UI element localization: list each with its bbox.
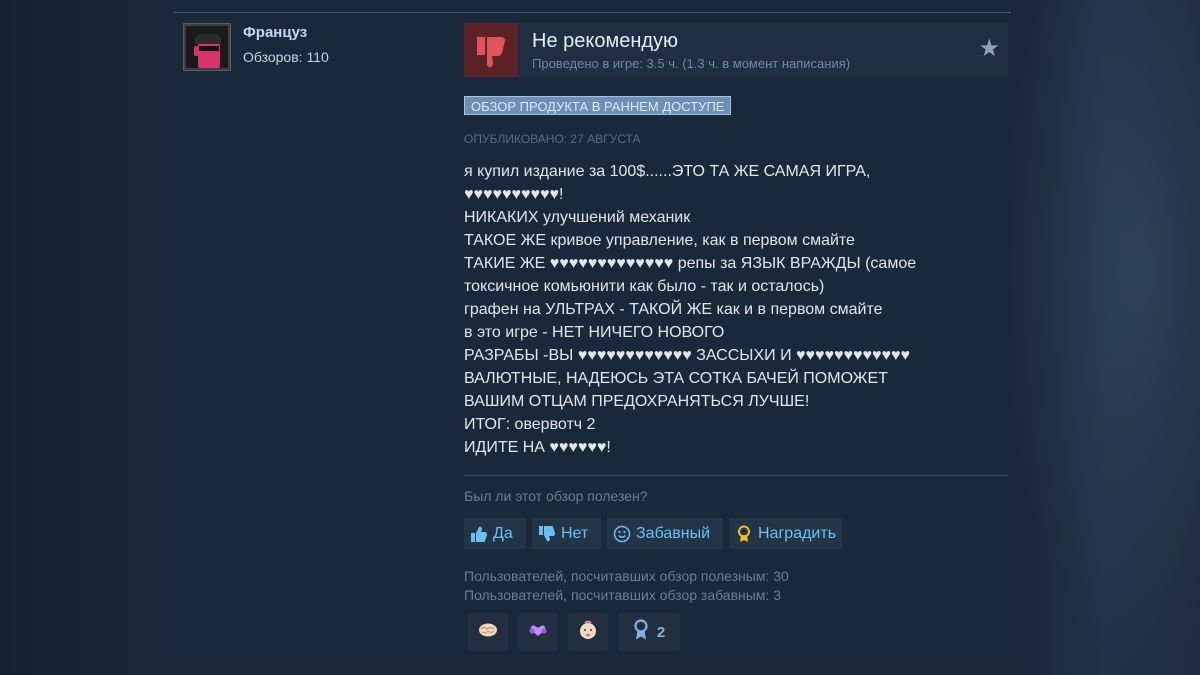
- award-heart-hands[interactable]: [518, 613, 558, 651]
- award-baby-face[interactable]: [568, 613, 608, 651]
- vote-header[interactable]: Не рекомендую Проведено в игре: 3.5 ч. (…: [464, 23, 1008, 77]
- award-brain[interactable]: [468, 613, 508, 651]
- avatar[interactable]: [183, 23, 231, 71]
- review-line: ИДИТЕ НА ♥♥♥♥♥♥!: [464, 439, 611, 456]
- review-verdict: Не рекомендую: [532, 30, 679, 52]
- award-medal-icon: [735, 525, 753, 543]
- funny-count: Пользователей, посчитавших обзор забавны…: [464, 587, 782, 603]
- review-line: ВАЛЮТНЫЕ, НАДЕЮСЬ ЭТА СОТКА БАЧЕЙ ПОМОЖЕ…: [464, 370, 888, 387]
- helpful-count: Пользователей, посчитавших обзор полезны…: [464, 568, 789, 584]
- review-line: в это игре - НЕТ НИЧЕГО НОВОГО: [464, 324, 725, 341]
- background-glow: [1000, 0, 1200, 675]
- thumbs-up-icon: [470, 525, 488, 543]
- heart-hands-icon: [527, 621, 549, 643]
- review-line: ТАКИЕ ЖЕ ♥♥♥♥♥♥♥♥♥♥♥♥♥ репы за ЯЗЫК ВРАЖ…: [464, 255, 917, 272]
- thumbs-down-icon: [464, 23, 518, 77]
- playtime-hours: Проведено в игре: 3.5 ч. (1.3 ч. в момен…: [532, 56, 851, 71]
- review-body: я купил издание за 100$......ЭТО ТА ЖЕ С…: [464, 160, 1004, 459]
- baby-face-icon: [577, 619, 599, 645]
- vote-yes-label: Да: [493, 525, 513, 542]
- review-line: я купил издание за 100$......ЭТО ТА ЖЕ С…: [464, 163, 871, 180]
- author-name[interactable]: Француз: [243, 24, 307, 41]
- review-line: ИТОГ: овервотч 2: [464, 416, 596, 433]
- review-line: графен на УЛЬТРАХ - ТАКОЙ ЖЕ как и в пер…: [464, 301, 883, 318]
- posted-date: ОПУБЛИКОВАНО: 27 АВГУСТА: [464, 132, 641, 146]
- divider: [464, 475, 1008, 476]
- review-line: ♥♥♥♥♥♥♥♥♥♥!: [464, 186, 564, 203]
- review-line: НИКАКИХ улучшений механик: [464, 209, 691, 226]
- avatar-image: [186, 26, 228, 68]
- review-line: токсичное комьюнити как было - так и ост…: [464, 278, 825, 295]
- ribbon-award-icon: [633, 619, 649, 645]
- vote-funny-button[interactable]: Забавный: [607, 518, 723, 549]
- award-ribbon[interactable]: 2: [618, 613, 680, 651]
- panel-top-border: [174, 12, 1011, 13]
- vote-funny-label: Забавный: [636, 525, 711, 542]
- smiley-icon: [613, 525, 631, 543]
- award-count: 2: [656, 623, 666, 641]
- brain-icon: [477, 621, 499, 643]
- helpful-question: Был ли этот обзор полезен?: [464, 488, 648, 504]
- vote-yes-button[interactable]: Да: [464, 518, 526, 549]
- review-line: РАЗРАБЫ -ВЫ ♥♥♥♥♥♥♥♥♥♥♥♥ ЗАССЫХИ И ♥♥♥♥♥…: [464, 347, 911, 364]
- early-access-badge: ОБЗОР ПРОДУКТА В РАННЕМ ДОСТУПЕ: [464, 96, 732, 115]
- award-label: Наградить: [758, 525, 837, 542]
- review-line: ТАКОЕ ЖЕ кривое управление, как в первом…: [464, 232, 855, 249]
- thumbs-down-icon: [538, 525, 556, 543]
- vote-no-label: Нет: [561, 525, 589, 542]
- author-reviews-count[interactable]: Обзоров: 110: [243, 49, 329, 65]
- review-line: ВАШИМ ОТЦАМ ПРЕДОХРАНЯТЬСЯ ЛУЧШЕ!: [464, 393, 810, 410]
- star-icon[interactable]: ★: [978, 37, 1000, 61]
- award-button[interactable]: Наградить: [729, 518, 842, 549]
- vote-no-button[interactable]: Нет: [532, 518, 601, 549]
